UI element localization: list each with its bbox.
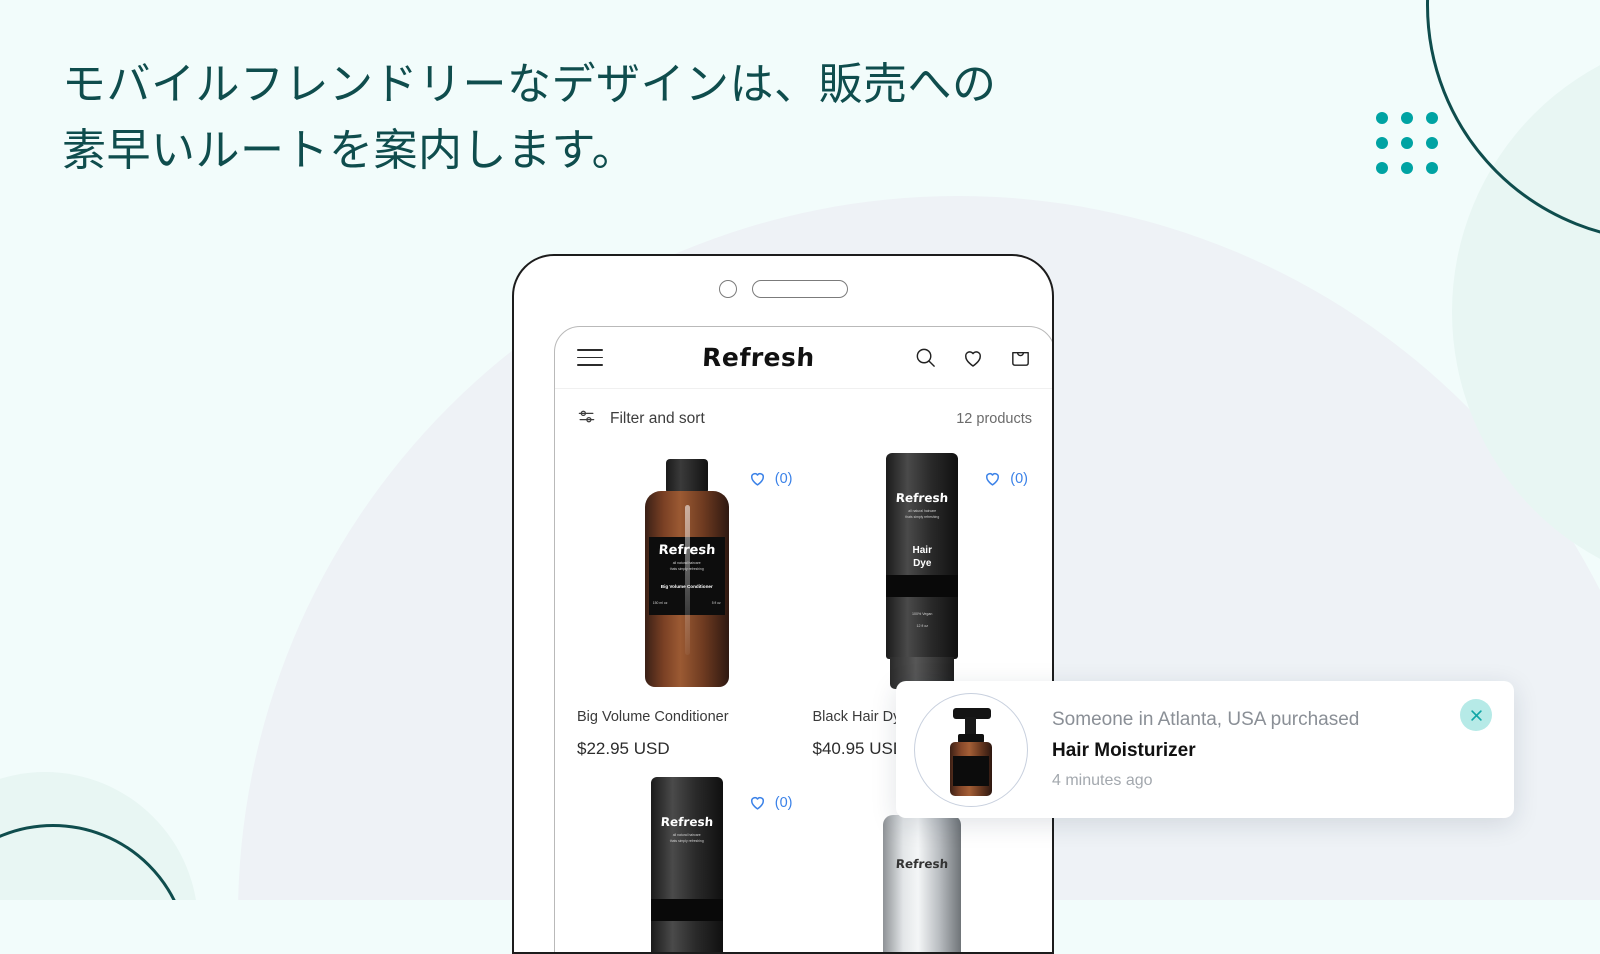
product-card[interactable]: Refresh all natural haircare thats simpl… [569,773,805,952]
filter-and-sort-label: Filter and sort [610,410,705,427]
product-count: 12 products [956,411,1032,427]
heart-icon[interactable] [961,346,985,370]
product-title: Big Volume Conditioner [577,709,729,725]
wishlist-count: (0) [774,470,793,487]
product-image: Refresh all natural haircare thats simpl… [813,453,1033,699]
purchase-notification-toast[interactable]: Someone in Atlanta, USA purchased Hair M… [896,681,1514,818]
product-card[interactable]: Refresh all natural haircare thats simpl… [569,449,805,773]
toast-product-name[interactable]: Hair Moisturizer [1052,740,1460,762]
header-icon-group [914,346,1032,370]
product-image: Refresh all natural haircare thats simpl… [577,453,797,699]
amber-bottle-icon: Refresh all natural haircare thats simpl… [644,459,729,687]
black-tube-icon: Refresh all natural haircare thats simpl… [650,777,723,952]
close-icon[interactable] [1460,699,1492,731]
filter-sliders-icon [577,407,596,431]
search-icon[interactable] [914,346,937,369]
product-thumbnail [914,692,1028,807]
filter-bar: Filter and sort 12 products [555,389,1052,449]
store-header: Refresh [555,327,1052,389]
filter-and-sort-button[interactable]: Filter and sort [577,407,705,431]
camera-dot-icon [718,280,737,298]
phone-mockup: Refresh Filter and sort 12 products all … [512,254,1054,954]
page-title: モバイルフレンドリーなデザインは、販売への 素早いルートを案内します。 [62,60,997,175]
wishlist-toggle[interactable]: (0) [748,469,793,488]
toast-timestamp: 4 minutes ago [1052,772,1153,789]
shopping-bag-icon[interactable] [1009,346,1032,369]
phone-notch [514,280,1052,298]
dot-grid-icon [1376,112,1438,174]
wishlist-toggle[interactable]: (0) [983,469,1028,488]
toast-text-block: Someone in Atlanta, USA purchased Hair M… [1028,709,1460,790]
phone-screen: Refresh Filter and sort 12 products all … [554,326,1052,952]
toast-purchaser-line: Someone in Atlanta, USA purchased [1052,709,1360,730]
store-logo[interactable]: Refresh [602,343,915,372]
hamburger-menu-icon[interactable] [577,348,603,367]
pump-bottle-icon [945,707,997,796]
product-image: Refresh all natural haircare thats simpl… [577,777,797,952]
wishlist-count: (0) [774,794,793,811]
wishlist-toggle[interactable]: (0) [748,793,793,812]
wishlist-count: (0) [1010,470,1028,487]
black-tube-icon: Refresh all natural haircare thats simpl… [886,453,959,691]
speaker-bar-icon [751,280,848,298]
product-price: $22.95 USD [577,739,670,758]
